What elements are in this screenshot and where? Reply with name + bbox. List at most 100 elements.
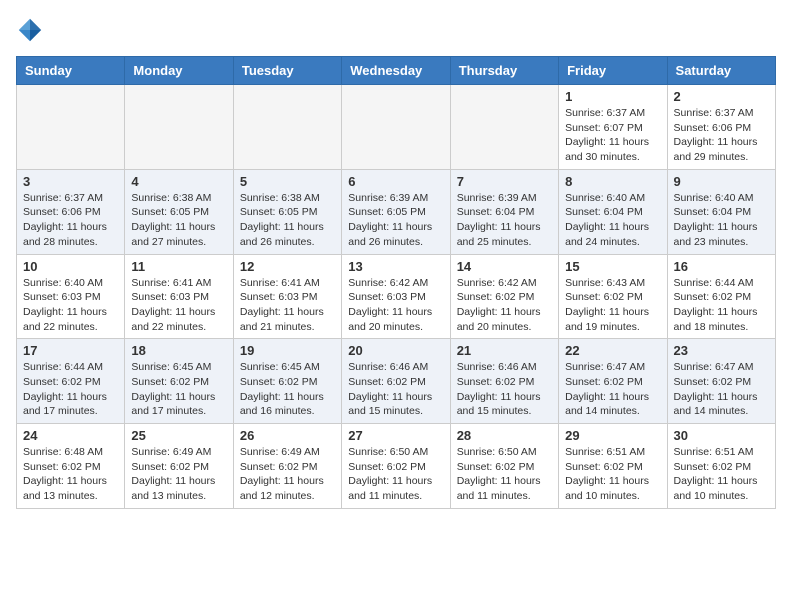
day-number: 1 [565,89,660,104]
day-number: 7 [457,174,552,189]
calendar-cell: 23 Sunrise: 6:47 AMSunset: 6:02 PMDayligh… [667,339,775,424]
day-number: 20 [348,343,443,358]
calendar-week-2: 3 Sunrise: 6:37 AMSunset: 6:06 PMDaylight… [17,169,776,254]
logo-icon [16,16,44,44]
day-info: Sunrise: 6:42 AMSunset: 6:02 PMDaylight:… [457,276,552,335]
calendar-header-monday: Monday [125,57,233,85]
day-number: 8 [565,174,660,189]
day-info: Sunrise: 6:40 AMSunset: 6:04 PMDaylight:… [674,191,769,250]
calendar-cell: 21Sunrise: 6:46 AMSunset: 6:02 PMDayligh… [450,339,558,424]
calendar-cell [17,85,125,170]
day-info: Sunrise: 6:39 AMSunset: 6:05 PMDaylight:… [348,191,443,250]
calendar-cell [125,85,233,170]
day-number: 5 [240,174,335,189]
day-number: 2 [674,89,769,104]
day-number: 16 [674,259,769,274]
day-info: Sunrise: 6:47 AMSunset: 6:02 PMDaylight:… [674,360,769,419]
day-number: 9 [674,174,769,189]
day-info: Sunrise: 6:49 AMSunset: 6:02 PMDaylight:… [240,445,335,504]
day-number: 15 [565,259,660,274]
day-info: Sunrise: 6:45 AMSunset: 6:02 PMDaylight:… [131,360,226,419]
calendar-cell: 17 Sunrise: 6:44 AMSunset: 6:02 PMDayligh… [17,339,125,424]
day-info: Sunrise: 6:50 AMSunset: 6:02 PMDaylight:… [457,445,552,504]
day-number: 24 [23,428,118,443]
calendar-cell: 7 Sunrise: 6:39 AMSunset: 6:04 PMDaylight… [450,169,558,254]
calendar-header-sunday: Sunday [17,57,125,85]
calendar-cell [450,85,558,170]
calendar-table: SundayMondayTuesdayWednesdayThursdayFrid… [16,56,776,509]
calendar-cell [233,85,341,170]
day-info: Sunrise: 6:47 AMSunset: 6:02 PMDaylight:… [565,360,660,419]
calendar-header-saturday: Saturday [667,57,775,85]
day-info: Sunrise: 6:37 AMSunset: 6:06 PMDaylight:… [23,191,118,250]
day-info: Sunrise: 6:43 AMSunset: 6:02 PMDaylight:… [565,276,660,335]
day-number: 22 [565,343,660,358]
calendar-cell: 15 Sunrise: 6:43 AMSunset: 6:02 PMDayligh… [559,254,667,339]
day-info: Sunrise: 6:44 AMSunset: 6:02 PMDaylight:… [674,276,769,335]
calendar-cell [342,85,450,170]
day-number: 27 [348,428,443,443]
calendar-cell: 11 Sunrise: 6:41 AMSunset: 6:03 PMDayligh… [125,254,233,339]
day-number: 26 [240,428,335,443]
calendar-cell: 16 Sunrise: 6:44 AMSunset: 6:02 PMDayligh… [667,254,775,339]
day-number: 11 [131,259,226,274]
calendar-week-3: 10Sunrise: 6:40 AMSunset: 6:03 PMDayligh… [17,254,776,339]
calendar-cell: 8 Sunrise: 6:40 AMSunset: 6:04 PMDaylight… [559,169,667,254]
day-number: 14 [457,259,552,274]
calendar-cell: 4Sunrise: 6:38 AMSunset: 6:05 PMDaylight… [125,169,233,254]
calendar-header-thursday: Thursday [450,57,558,85]
day-info: Sunrise: 6:37 AMSunset: 6:07 PMDaylight:… [565,106,660,165]
day-info: Sunrise: 6:46 AMSunset: 6:02 PMDaylight:… [348,360,443,419]
day-number: 29 [565,428,660,443]
day-number: 25 [131,428,226,443]
calendar-cell: 6 Sunrise: 6:39 AMSunset: 6:05 PMDaylight… [342,169,450,254]
calendar-header-friday: Friday [559,57,667,85]
logo [16,16,48,44]
calendar-cell: 13 Sunrise: 6:42 AMSunset: 6:03 PMDayligh… [342,254,450,339]
day-info: Sunrise: 6:41 AMSunset: 6:03 PMDaylight:… [131,276,226,335]
day-info: Sunrise: 6:51 AMSunset: 6:02 PMDaylight:… [674,445,769,504]
calendar-cell: 24 Sunrise: 6:48 AMSunset: 6:02 PMDayligh… [17,424,125,509]
calendar-header-row: SundayMondayTuesdayWednesdayThursdayFrid… [17,57,776,85]
calendar-cell: 22 Sunrise: 6:47 AMSunset: 6:02 PMDayligh… [559,339,667,424]
calendar-cell: 29 Sunrise: 6:51 AMSunset: 6:02 PMDayligh… [559,424,667,509]
day-info: Sunrise: 6:38 AMSunset: 6:05 PMDaylight:… [240,191,335,250]
day-number: 12 [240,259,335,274]
calendar-cell: 25Sunrise: 6:49 AMSunset: 6:02 PMDayligh… [125,424,233,509]
day-number: 6 [348,174,443,189]
day-number: 3 [23,174,118,189]
calendar-cell: 10Sunrise: 6:40 AMSunset: 6:03 PMDayligh… [17,254,125,339]
calendar-cell: 14 Sunrise: 6:42 AMSunset: 6:02 PMDayligh… [450,254,558,339]
day-info: Sunrise: 6:38 AMSunset: 6:05 PMDaylight:… [131,191,226,250]
day-info: Sunrise: 6:44 AMSunset: 6:02 PMDaylight:… [23,360,118,419]
calendar-cell: 12 Sunrise: 6:41 AMSunset: 6:03 PMDayligh… [233,254,341,339]
calendar-cell: 26 Sunrise: 6:49 AMSunset: 6:02 PMDayligh… [233,424,341,509]
day-info: Sunrise: 6:39 AMSunset: 6:04 PMDaylight:… [457,191,552,250]
calendar-cell: 27 Sunrise: 6:50 AMSunset: 6:02 PMDayligh… [342,424,450,509]
day-info: Sunrise: 6:50 AMSunset: 6:02 PMDaylight:… [348,445,443,504]
calendar-cell: 9 Sunrise: 6:40 AMSunset: 6:04 PMDaylight… [667,169,775,254]
day-number: 23 [674,343,769,358]
day-info: Sunrise: 6:40 AMSunset: 6:03 PMDaylight:… [23,276,118,335]
page-header [16,16,776,44]
day-number: 28 [457,428,552,443]
day-info: Sunrise: 6:40 AMSunset: 6:04 PMDaylight:… [565,191,660,250]
calendar-cell: 5 Sunrise: 6:38 AMSunset: 6:05 PMDaylight… [233,169,341,254]
calendar-week-1: 1 Sunrise: 6:37 AMSunset: 6:07 PMDaylight… [17,85,776,170]
day-info: Sunrise: 6:41 AMSunset: 6:03 PMDaylight:… [240,276,335,335]
day-info: Sunrise: 6:48 AMSunset: 6:02 PMDaylight:… [23,445,118,504]
day-number: 17 [23,343,118,358]
calendar-cell: 1 Sunrise: 6:37 AMSunset: 6:07 PMDaylight… [559,85,667,170]
day-number: 13 [348,259,443,274]
calendar-header-tuesday: Tuesday [233,57,341,85]
calendar-cell: 20 Sunrise: 6:46 AMSunset: 6:02 PMDayligh… [342,339,450,424]
calendar-cell: 30 Sunrise: 6:51 AMSunset: 6:02 PMDayligh… [667,424,775,509]
day-info: Sunrise: 6:45 AMSunset: 6:02 PMDaylight:… [240,360,335,419]
day-info: Sunrise: 6:51 AMSunset: 6:02 PMDaylight:… [565,445,660,504]
day-number: 18 [131,343,226,358]
calendar-cell: 19Sunrise: 6:45 AMSunset: 6:02 PMDayligh… [233,339,341,424]
calendar-cell: 28 Sunrise: 6:50 AMSunset: 6:02 PMDayligh… [450,424,558,509]
day-number: 30 [674,428,769,443]
day-info: Sunrise: 6:42 AMSunset: 6:03 PMDaylight:… [348,276,443,335]
day-info: Sunrise: 6:46 AMSunset: 6:02 PMDaylight:… [457,360,552,419]
